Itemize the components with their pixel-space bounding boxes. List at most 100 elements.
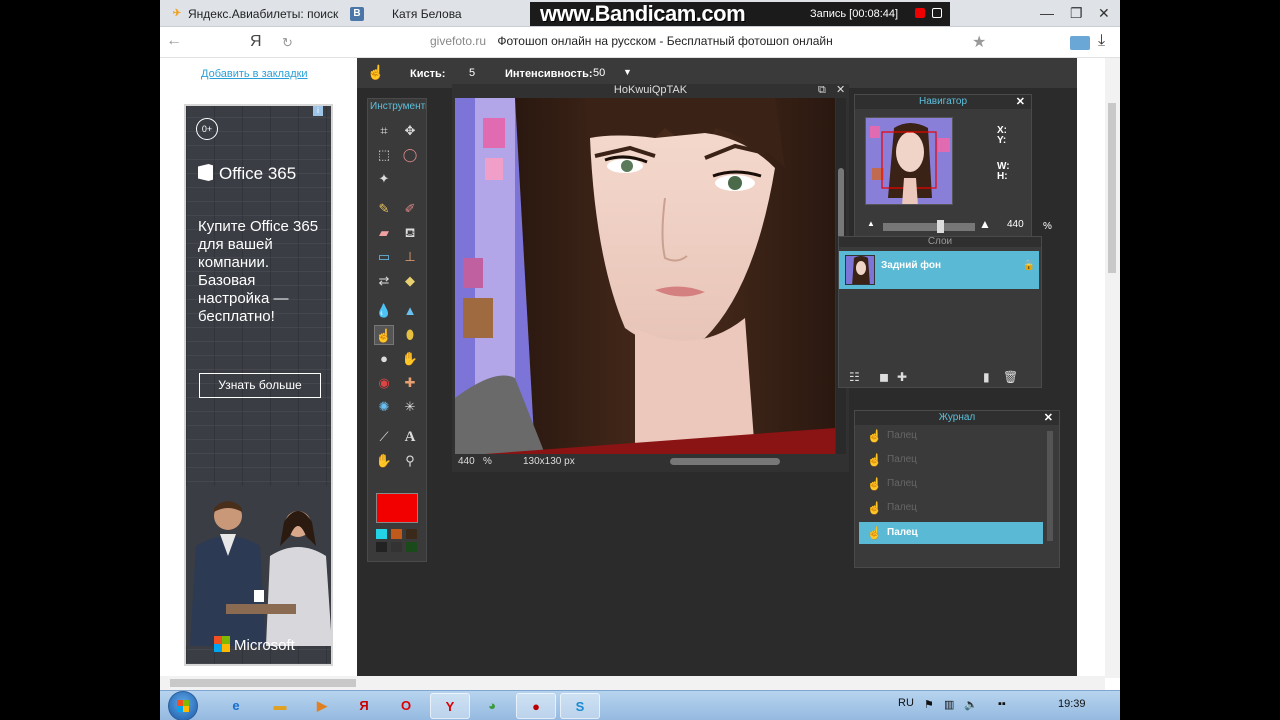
delete-layer-icon[interactable]: 🗑 xyxy=(1003,370,1018,384)
zoom-tool-icon[interactable]: ⚲ xyxy=(400,451,420,471)
tab-avia[interactable]: ✈ Яндекс.Авиабилеты: поиск и xyxy=(164,3,340,25)
zoom-value[interactable]: 440 xyxy=(458,454,475,470)
office365-ad[interactable]: 0+ i Office 365 Купите Office 365 для ва… xyxy=(184,104,333,666)
layer-style-icon[interactable]: ✚ xyxy=(897,370,907,384)
text-tool-icon[interactable]: A xyxy=(400,427,420,447)
zoom-slider-knob[interactable] xyxy=(937,220,944,233)
zoom-slider[interactable] xyxy=(883,220,975,233)
maximize-window-icon[interactable]: ⧉ xyxy=(818,84,826,96)
ad-info-icon[interactable]: i xyxy=(313,106,323,116)
zoom-in-icon[interactable]: ▲ xyxy=(979,217,991,231)
clock[interactable]: 19:39 xyxy=(1058,698,1086,710)
close-window-icon[interactable]: ✕ xyxy=(836,84,845,96)
paint-bucket-icon[interactable]: ⛾ xyxy=(400,223,420,243)
ie-icon[interactable]: e xyxy=(216,693,256,719)
swatch-cyan[interactable] xyxy=(376,529,387,539)
smudge-tool-button[interactable]: ☝ xyxy=(374,325,394,345)
tray-flag-icon[interactable]: ⚑ xyxy=(924,698,934,711)
tray-network-icon[interactable]: ▥ xyxy=(944,698,954,711)
minimize-icon[interactable]: — xyxy=(1040,5,1054,21)
camera-icon[interactable] xyxy=(932,8,942,18)
maximize-icon[interactable]: ❐ xyxy=(1070,5,1083,22)
spot-heal-icon[interactable]: ✚ xyxy=(400,373,420,393)
primary-color-swatch[interactable] xyxy=(376,493,418,523)
yandex-browser-icon[interactable]: Y xyxy=(430,693,470,719)
close-icon[interactable]: ✕ xyxy=(1098,5,1110,22)
red-eye-tool-icon[interactable]: ◉ xyxy=(374,373,394,393)
canvas-horizontal-scrollbar[interactable] xyxy=(670,458,780,465)
image-canvas[interactable] xyxy=(455,98,835,454)
stamp-tool-icon[interactable]: ⊥ xyxy=(400,247,420,267)
explorer-icon[interactable]: ▬ xyxy=(260,693,300,719)
gradient-tool-icon[interactable]: ▭ xyxy=(374,247,394,267)
sponge-tool-icon[interactable]: ⬮ xyxy=(400,325,420,345)
navigator-zoom-value[interactable]: 440 xyxy=(1007,219,1024,230)
close-history-icon[interactable]: ✕ xyxy=(1044,411,1053,425)
gallery-icon[interactable] xyxy=(1070,36,1090,50)
yandex-logo[interactable]: Я xyxy=(250,33,262,51)
page-vertical-scrollbar[interactable] xyxy=(1105,58,1120,678)
move-tool-icon[interactable]: ✥ xyxy=(400,121,420,141)
history-item[interactable]: ☝ Палец xyxy=(859,449,1043,471)
layer-properties-icon[interactable]: ☷ xyxy=(849,370,860,384)
page-scroll-thumb[interactable] xyxy=(1108,103,1116,273)
pencil-tool-icon[interactable]: ✎ xyxy=(374,199,394,219)
history-item-selected[interactable]: ☝ Палец xyxy=(859,522,1043,544)
yandex-icon[interactable]: Я xyxy=(344,693,384,719)
add-bookmark-link[interactable]: Добавить в закладки xyxy=(201,68,308,80)
page-hscroll-thumb[interactable] xyxy=(170,679,356,687)
marquee-tool-icon[interactable]: ⬚ xyxy=(374,145,394,165)
download-icon[interactable]: ⤓ xyxy=(1098,32,1105,50)
bloat-tool-icon[interactable]: ✺ xyxy=(374,397,394,417)
bookmark-star-icon[interactable]: ★ xyxy=(972,32,986,52)
back-icon[interactable]: ← xyxy=(166,32,182,50)
intensity-dropdown-icon[interactable]: ▼ xyxy=(623,67,632,77)
history-item[interactable]: ☝ Палец xyxy=(859,497,1043,519)
start-button[interactable] xyxy=(168,691,198,720)
blur-tool-icon[interactable]: 💧 xyxy=(374,301,394,321)
eyedropper-tool-icon[interactable]: ⟋ xyxy=(374,427,394,447)
history-scrollbar[interactable] xyxy=(1047,431,1053,541)
color-replace-icon[interactable]: ⇄ xyxy=(374,271,394,291)
history-item[interactable]: ☝ Палец xyxy=(859,473,1043,495)
skype-icon[interactable]: S xyxy=(560,693,600,719)
url-field[interactable]: givefoto.ru Фотошоп онлайн на русском - … xyxy=(430,34,833,48)
opera-icon[interactable]: O xyxy=(386,693,426,719)
reload-icon[interactable]: ↻ xyxy=(282,35,293,51)
crop-tool-icon[interactable]: ⌗ xyxy=(374,121,394,141)
media-player-icon[interactable]: ▶ xyxy=(302,693,342,719)
dodge-tool-icon[interactable]: ✋ xyxy=(400,349,420,369)
zoom-out-icon[interactable]: ▲ xyxy=(867,219,875,228)
draw-shape-icon[interactable]: ◆ xyxy=(400,271,420,291)
bandicam-icon[interactable]: ● xyxy=(516,693,556,719)
magic-wand-icon[interactable]: ✦ xyxy=(374,169,394,189)
tray-icons[interactable]: ▪▪ xyxy=(998,698,1006,710)
navigator-thumbnail[interactable] xyxy=(865,117,953,205)
layer-mask-icon[interactable]: ◼ xyxy=(879,370,889,384)
close-navigator-icon[interactable]: ✕ xyxy=(1016,95,1025,109)
tray-speaker-icon[interactable]: 🔈 xyxy=(964,698,978,711)
new-layer-icon[interactable]: ▮ xyxy=(983,370,990,384)
lasso-tool-icon[interactable]: ◯ xyxy=(400,145,420,165)
swatch-orange[interactable] xyxy=(391,529,402,539)
pinch-tool-icon[interactable]: ✳ xyxy=(400,397,420,417)
swatch-dark[interactable] xyxy=(391,542,402,552)
sharpen-tool-icon[interactable]: ▲ xyxy=(400,301,420,321)
history-item[interactable]: ☝ Палец xyxy=(859,425,1043,447)
swatch-brown[interactable] xyxy=(406,529,417,539)
brush-size-select[interactable]: 5 xyxy=(469,67,475,79)
language-indicator[interactable]: RU xyxy=(898,697,914,709)
tab-vk[interactable]: В Катя Белова xyxy=(344,3,514,25)
page-horizontal-scrollbar[interactable] xyxy=(160,676,1105,690)
intensity-value[interactable]: 50 xyxy=(593,67,605,79)
chrome-icon[interactable]: ◕ xyxy=(472,693,512,719)
swatch-green[interactable] xyxy=(406,542,417,552)
stop-icon[interactable] xyxy=(915,8,925,18)
hand-tool-icon[interactable]: ✋ xyxy=(374,451,394,471)
layer-row[interactable]: Задний фон 🔒 xyxy=(839,251,1039,289)
swatch-black[interactable] xyxy=(376,542,387,552)
eraser-tool-icon[interactable]: ▰ xyxy=(374,223,394,243)
learn-more-button[interactable]: Узнать больше xyxy=(199,373,321,398)
brush-tool-icon[interactable]: ✐ xyxy=(400,199,420,219)
burn-tool-icon[interactable]: ● xyxy=(374,349,394,369)
